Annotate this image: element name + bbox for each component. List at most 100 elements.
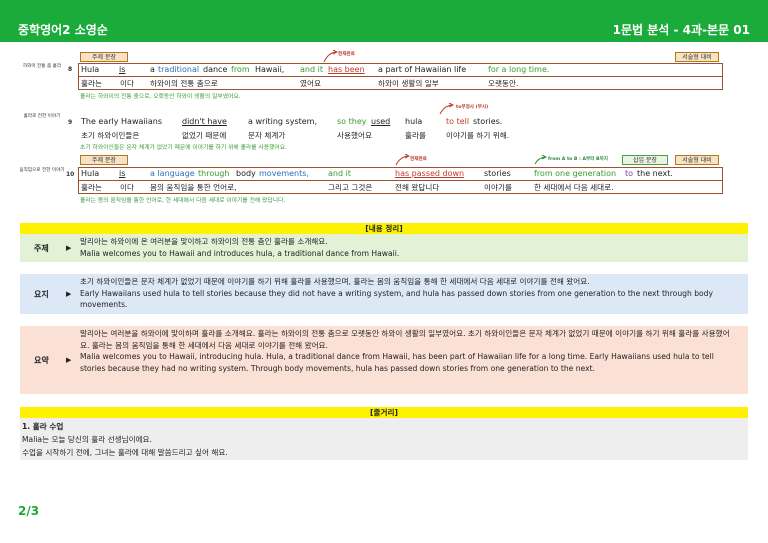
gist-section: 요지 ▶ 초기 하와이인들은 문자 체계가 없었기 때문에 이야기를 하기 위해… — [20, 274, 748, 314]
plot-line-2: 수업을 시작하기 전에, 그녀는 훌라에 대해 말씀드리고 싶어 해요. — [22, 448, 228, 457]
word: the next. — [637, 169, 673, 178]
word: through — [198, 169, 230, 178]
sentence-10-side-label: 움직임으로 전한 이야기 — [19, 168, 65, 173]
word: from one generation — [534, 169, 617, 178]
word: 초기 하와이인들은 — [81, 131, 140, 140]
abstract-label: 요약 — [34, 356, 49, 365]
word: for a long time. — [488, 65, 550, 74]
gist-en: Early Hawaiians used hula to tell storie… — [80, 288, 713, 310]
word: traditional — [158, 65, 200, 74]
arrow-icon — [395, 154, 410, 166]
word: a — [150, 65, 155, 74]
sentence-9-side-label: 훌라로 전한 이야기 — [23, 114, 61, 119]
arrow-icon — [439, 103, 454, 115]
sentence-8-translation: 훌라는 하와이의 전통 춤으로, 오랫동안 하와이 생활의 일부였어요. — [80, 94, 241, 100]
arrow-icon — [534, 155, 547, 165]
topic-section: 주제 ▶ 말리아는 하와이에 온 여러분을 맞이하고 하와이의 전통 춤인 훌라… — [20, 234, 748, 262]
plot-title: [줄거리] — [20, 407, 748, 418]
gist-ko: 초기 하와이인들은 문자 체계가 없었기 때문에 이야기를 하기 위해 훌라를 … — [80, 277, 590, 286]
word: hula — [405, 117, 423, 126]
summary-title: [내용 정리] — [20, 223, 748, 234]
insert-sentence-tag: 삽입 문장 — [622, 155, 668, 165]
word: a part of Hawaiian life — [378, 65, 467, 74]
to-infinitive-annotation: to부정사 (부사) — [456, 105, 489, 110]
plot-heading: 1. 훌라 수업 — [22, 422, 64, 431]
word: 훌라는 — [81, 183, 102, 192]
word: 몸의 움직임을 통한 언어로, — [150, 183, 237, 192]
from-to-annotation: from A to B : A부터 B까지 — [548, 157, 609, 162]
word: 하와이 생활의 일부 — [378, 79, 439, 88]
word: 훌라는 — [81, 79, 102, 88]
triangle-right-icon: ▶ — [66, 244, 72, 252]
word: didn't have — [182, 117, 227, 126]
plot-section: 1. 훌라 수업 Malia는 오늘 당신의 훌라 선생님이에요. 수업을 시작… — [20, 418, 748, 460]
word: used — [371, 117, 391, 126]
word: 하와이의 전통 춤으로 — [150, 79, 218, 88]
word: dance — [203, 65, 228, 74]
word: to — [625, 169, 634, 178]
present-perfect-annotation: 현재완료 — [338, 52, 355, 57]
sentence-9-translation: 초기 하와이인들은 문자 체계가 없었기 때문에 이야기를 하기 위해 훌라를 … — [80, 145, 287, 151]
word: and it — [300, 65, 323, 74]
word: and it — [328, 169, 351, 178]
descriptive-tag: 서술형 대비 — [675, 52, 719, 62]
sentence-10-translation: 훌라는 몸의 움직임을 통한 언어로, 한 세대에서 다음 세대로 이야기를 전… — [80, 198, 286, 204]
word: 였어요 — [300, 79, 321, 88]
word: Hawaii, — [255, 65, 285, 74]
word: movements, — [259, 169, 309, 178]
word: so they — [337, 117, 367, 126]
gist-label: 요지 — [34, 290, 49, 299]
lesson-title: 1문법 분석 - 4과-본문 01 — [612, 23, 750, 37]
word: Hula — [81, 169, 100, 178]
word: 훌라를 — [405, 131, 426, 140]
word: 이다 — [120, 79, 134, 88]
word: body — [236, 169, 256, 178]
abstract-en: Malia welcomes you to Hawaii, introducin… — [80, 352, 714, 373]
word: 이야기를 하기 위해. — [446, 131, 510, 140]
word: 그리고 그것은 — [328, 183, 373, 192]
word: is — [119, 169, 126, 178]
sentence-8-side-label: 하와이 전통 춤 훌라 — [22, 64, 62, 69]
word: 없었기 때문에 — [182, 131, 227, 140]
present-perfect-annotation: 현재완료 — [410, 157, 427, 162]
word: 전해 왔답니다 — [395, 183, 440, 192]
abstract-text: 말리아는 여러분을 하와이에 맞이하며 훌라를 소개해요. 훌라는 하와이의 전… — [80, 328, 734, 374]
word: from — [231, 65, 250, 74]
word: has been — [328, 65, 365, 74]
main-sentence-tag: 주제 문장 — [80, 155, 128, 165]
word: a writing system, — [248, 117, 318, 126]
sentence-10-number: 10 — [66, 171, 75, 178]
sentence-8-number: 8 — [68, 66, 73, 73]
abstract-ko: 말리아는 여러분을 하와이에 맞이하며 훌라를 소개해요. 훌라는 하와이의 전… — [80, 329, 730, 350]
word: 한 세대에서 다음 세대로. — [534, 183, 614, 192]
word: 이야기를 — [484, 183, 512, 192]
main-sentence-tag: 주제 문장 — [80, 52, 128, 62]
arrow-icon — [323, 50, 338, 63]
word: has passed down — [395, 169, 465, 178]
word: a language — [150, 169, 195, 178]
abstract-section: 요약 ▶ 말리아는 여러분을 하와이에 맞이하며 훌라를 소개해요. 훌라는 하… — [20, 326, 748, 394]
book-title: 중학영어2 소영순 — [18, 23, 108, 37]
descriptive-tag: 서술형 대비 — [675, 155, 719, 165]
plot-line-1: Malia는 오늘 당신의 훌라 선생님이에요. — [22, 435, 152, 444]
word: stories — [484, 169, 511, 178]
word: The early Hawaiians — [81, 117, 162, 126]
word: Hula — [81, 65, 100, 74]
word: to tell — [446, 117, 470, 126]
sentence-9-number: 9 — [68, 119, 73, 126]
triangle-right-icon: ▶ — [66, 290, 72, 298]
topic-en: Malia welcomes you to Hawaii and introdu… — [80, 248, 400, 258]
word: 사용했어요 — [337, 131, 372, 140]
header-bar: 중학영어2 소영순 1문법 분석 - 4과-본문 01 — [0, 0, 768, 42]
word: 문자 체계가 — [248, 131, 286, 140]
word: 이다 — [120, 183, 134, 192]
word: is — [119, 65, 126, 74]
word: 오랫동안. — [488, 79, 519, 88]
word: stories. — [473, 117, 503, 126]
topic-ko: 말리아는 하와이에 온 여러분을 맞이하고 하와이의 전통 춤인 훌라를 소개해… — [80, 237, 328, 246]
gist-text: 초기 하와이인들은 문자 체계가 없었기 때문에 이야기를 하기 위해 훌라를 … — [80, 276, 734, 311]
topic-text: 말리아는 하와이에 온 여러분을 맞이하고 하와이의 전통 춤인 훌라를 소개해… — [80, 236, 734, 259]
topic-label: 주제 — [34, 244, 49, 253]
triangle-right-icon: ▶ — [66, 356, 72, 364]
page-number: 2/3 — [18, 504, 40, 518]
